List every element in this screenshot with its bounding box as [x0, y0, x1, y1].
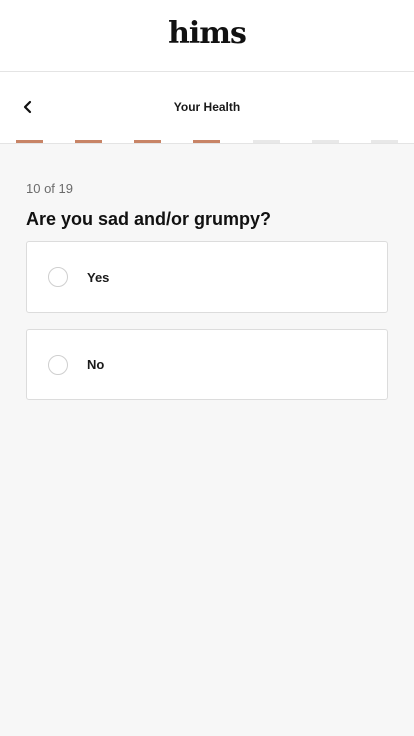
progress-segment	[16, 140, 43, 143]
step-counter: 10 of 19	[26, 181, 73, 196]
radio-button[interactable]	[48, 354, 68, 375]
progress-segment	[371, 140, 398, 143]
progress-segment	[193, 140, 220, 143]
question-nav-bar: Your Health	[0, 72, 414, 144]
option-label: Yes	[87, 269, 110, 285]
progress-segment	[75, 140, 102, 143]
question-title: Are you sad and/or grumpy?	[26, 209, 272, 229]
progress-segment	[134, 140, 161, 143]
progress-segment	[312, 140, 339, 143]
radio-button[interactable]	[48, 267, 68, 287]
option-label: No	[87, 357, 105, 372]
question-content: 10 of 19 Are you sad and/or grumpy? Yes …	[26, 144, 388, 400]
page-title: Your Health	[173, 100, 241, 114]
progress-bar	[0, 140, 414, 143]
option-yes[interactable]: Yes	[26, 241, 388, 313]
option-no[interactable]: No	[26, 329, 388, 400]
progress-segment	[253, 140, 280, 143]
brand-header: hims	[0, 0, 414, 72]
brand-logo: hims	[168, 16, 247, 51]
